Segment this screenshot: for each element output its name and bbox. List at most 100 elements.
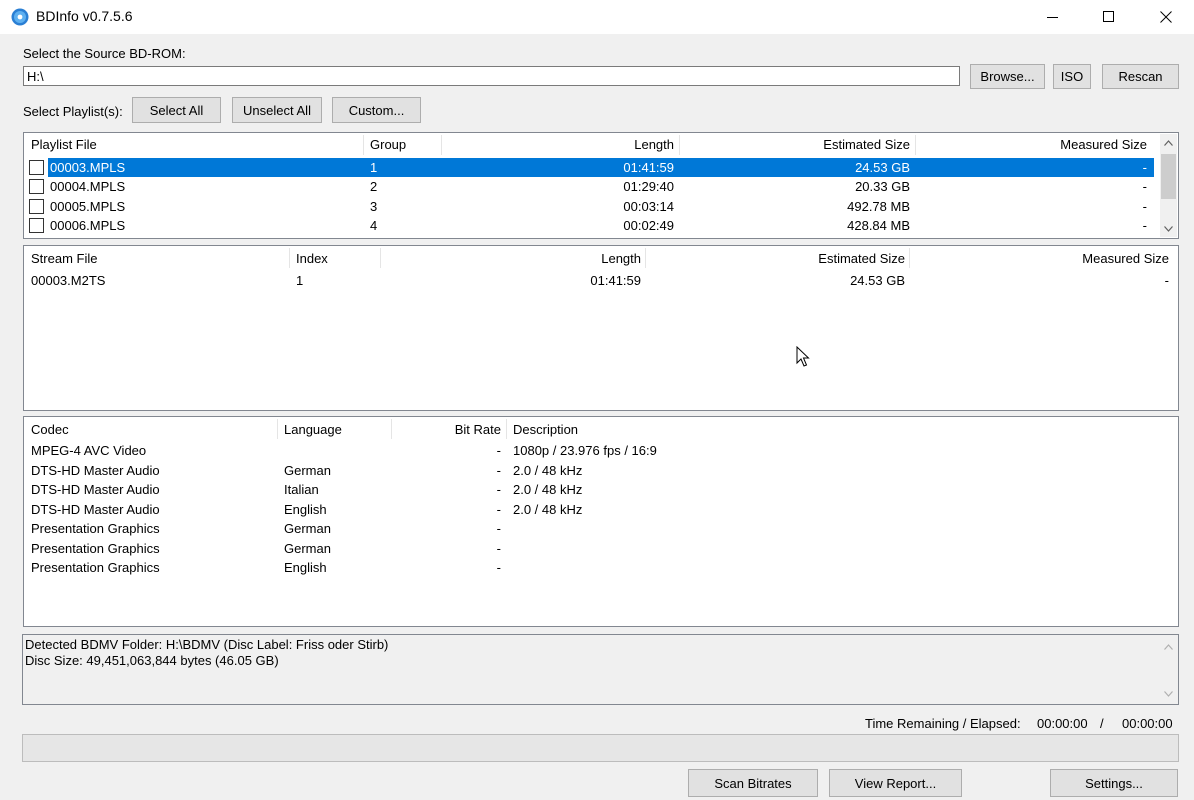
codec-bit-rate: - [496,482,501,497]
playlist-table: Playlist File Group Length Estimated Siz… [23,132,1179,239]
playlist-checkbox[interactable] [29,160,44,175]
codec-row[interactable]: Presentation Graphics German - [24,539,1178,558]
close-button[interactable] [1138,0,1194,34]
codec-bit-rate: - [496,443,501,458]
header-divider [363,135,364,155]
playlist-checkbox[interactable] [29,218,44,233]
column-header-codec[interactable]: Codec [31,418,69,442]
log-line: Disc Size: 49,451,063,844 bytes (46.05 G… [25,653,279,668]
window-title: BDInfo v0.7.5.6 [36,8,133,24]
rescan-button[interactable]: Rescan [1102,64,1179,89]
codec-bit-rate: - [496,502,501,517]
time-separator: / [1100,716,1104,731]
codec-row[interactable]: DTS-HD Master Audio English - 2.0 / 48 k… [24,500,1178,519]
close-icon [1160,11,1172,23]
column-header-playlist-file[interactable]: Playlist File [31,133,97,157]
column-header-estimated-size[interactable]: Estimated Size [648,247,905,271]
playlist-row[interactable]: 00004.MPLS 2 01:29:40 20.33 GB - [24,177,1154,196]
playlist-length: 01:29:40 [623,179,674,194]
playlist-measured-size: - [1142,179,1147,194]
codec-description: 2.0 / 48 kHz [513,463,583,478]
column-header-estimated-size[interactable]: Estimated Size [682,133,910,157]
column-header-group[interactable]: Group [370,133,406,157]
maximize-button[interactable] [1081,0,1137,34]
view-report-button[interactable]: View Report... [829,769,962,797]
column-header-index[interactable]: Index [296,247,328,271]
codec-bit-rate: - [496,560,501,575]
scrollbar-thumb[interactable] [1161,154,1176,199]
scan-progress-bar [22,734,1179,762]
maximize-icon [1103,11,1114,22]
header-divider [915,135,916,155]
codec-name: Presentation Graphics [31,521,160,536]
codec-language: German [284,521,331,536]
playlist-checkbox[interactable] [29,179,44,194]
playlist-measured-size: - [1142,218,1147,233]
select-all-button[interactable]: Select All [132,97,221,123]
playlist-scrollbar[interactable] [1160,134,1177,237]
codec-language: English [284,560,327,575]
stream-row[interactable]: 00003.M2TS 1 01:41:59 24.53 GB - [24,271,1178,290]
playlist-checkbox[interactable] [29,199,44,214]
iso-button[interactable]: ISO [1053,64,1091,89]
mouse-cursor-icon [796,346,810,367]
codec-row[interactable]: DTS-HD Master Audio Italian - 2.0 / 48 k… [24,480,1178,499]
codec-name: Presentation Graphics [31,560,160,575]
codec-row[interactable]: DTS-HD Master Audio German - 2.0 / 48 kH… [24,461,1178,480]
column-header-bit-rate[interactable]: Bit Rate [394,418,501,442]
playlist-group: 2 [370,179,378,194]
title-bar: BDInfo v0.7.5.6 [0,0,1194,34]
header-divider [679,135,680,155]
unselect-all-button[interactable]: Unselect All [232,97,322,123]
playlist-estimated-size: 428.84 MB [847,218,910,233]
minimize-icon [1047,17,1058,18]
log-scrollbar[interactable] [1160,635,1177,704]
header-divider [441,135,442,155]
browse-button[interactable]: Browse... [970,64,1045,89]
codec-bit-rate: - [496,521,501,536]
header-divider [909,248,910,268]
scroll-up-icon[interactable] [1160,638,1177,655]
codec-table: Codec Language Bit Rate Description MPEG… [23,416,1179,627]
codec-row[interactable]: Presentation Graphics English - [24,558,1178,577]
playlist-row[interactable]: 00003.MPLS 1 01:41:59 24.53 GB - [24,158,1154,177]
column-header-measured-size[interactable]: Measured Size [918,133,1147,157]
settings-button[interactable]: Settings... [1050,769,1178,797]
column-header-length[interactable]: Length [384,247,641,271]
playlist-row[interactable]: 00006.MPLS 4 00:02:49 428.84 MB - [24,216,1154,235]
header-divider [391,419,392,439]
column-header-language[interactable]: Language [284,418,342,442]
codec-name: Presentation Graphics [31,541,160,556]
custom-button[interactable]: Custom... [332,97,421,123]
codec-language: Italian [284,482,319,497]
time-elapsed: 00:00:00 [1122,716,1173,731]
status-log[interactable]: Detected BDMV Folder: H:\BDMV (Disc Labe… [22,634,1179,705]
minimize-button[interactable] [1025,0,1081,34]
scroll-down-icon[interactable] [1160,220,1177,237]
scroll-down-icon[interactable] [1160,685,1177,702]
column-header-length[interactable]: Length [444,133,674,157]
column-header-stream-file[interactable]: Stream File [31,247,97,271]
playlist-group: 3 [370,199,378,214]
playlist-length: 00:02:49 [623,218,674,233]
playlist-estimated-size: 24.53 GB [855,160,910,175]
playlist-file: 00003.MPLS [50,160,126,175]
codec-row[interactable]: MPEG-4 AVC Video - 1080p / 23.976 fps / … [24,441,1178,460]
source-path-input[interactable] [23,66,960,86]
scroll-up-icon[interactable] [1160,134,1177,151]
codec-name: DTS-HD Master Audio [31,482,160,497]
codec-name: DTS-HD Master Audio [31,463,160,478]
column-header-description[interactable]: Description [513,418,578,442]
scan-bitrates-button[interactable]: Scan Bitrates [688,769,818,797]
playlist-row[interactable]: 00005.MPLS 3 00:03:14 492.78 MB - [24,197,1154,216]
playlist-measured-size: - [1142,160,1147,175]
header-divider [506,419,507,439]
playlist-length: 00:03:14 [623,199,674,214]
header-divider [289,248,290,268]
codec-row[interactable]: Presentation Graphics German - [24,519,1178,538]
time-label: Time Remaining / Elapsed: [865,716,1021,731]
source-label: Select the Source BD-ROM: [23,46,186,61]
playlist-estimated-size: 20.33 GB [855,179,910,194]
select-playlists-label: Select Playlist(s): [23,104,123,119]
column-header-measured-size[interactable]: Measured Size [912,247,1169,271]
